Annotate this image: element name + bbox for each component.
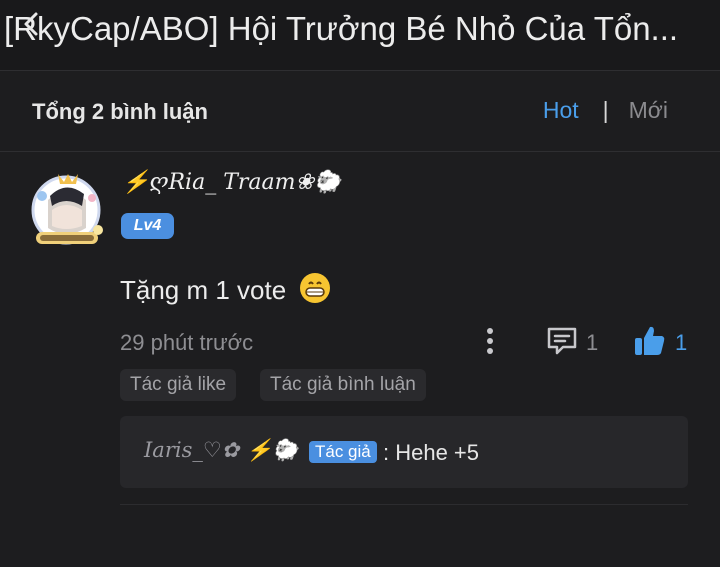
divider: [120, 504, 688, 505]
reply-preview[interactable]: Iaris_♡✿ ⚡🐑 Tác giả : Hehe +5: [120, 416, 688, 488]
avatar[interactable]: [28, 170, 106, 252]
comment-username[interactable]: ⚡ღRia_ Traam❀🐑: [122, 170, 341, 195]
page-title: [RkyCap/ABO] Hội Trưởng Bé Nhỏ Của Tổn..…: [4, 10, 679, 47]
back-arrow-icon[interactable]: [14, 6, 54, 46]
reply-count: 1: [586, 330, 599, 355]
author-badge: Tác giả: [309, 441, 377, 463]
author-comment-tag: Tác giả bình luận: [260, 369, 426, 401]
reply-text: : Hehe +5: [383, 440, 480, 465]
comment-bubble-icon[interactable]: [545, 325, 579, 357]
top-bar: [RkyCap/ABO] Hội Trưởng Bé Nhỏ Của Tổn..…: [0, 0, 720, 71]
comments-bar: Tổng 2 bình luận Hot | Mới: [0, 71, 720, 152]
reply-username[interactable]: Iaris_♡✿ ⚡🐑: [144, 438, 298, 463]
sort-tabs: Hot | Mới: [543, 97, 668, 124]
more-vertical-icon[interactable]: [480, 325, 500, 357]
like-count: 1: [675, 330, 688, 355]
thumbs-up-icon[interactable]: [633, 324, 667, 358]
grin-emoji-icon: [299, 272, 331, 311]
level-badge: Lv4: [121, 213, 174, 239]
author-like-tag: Tác giả like: [120, 369, 237, 401]
comment-timestamp: 29 phút trước: [120, 330, 254, 355]
sort-separator: |: [602, 97, 609, 123]
comment-text: Tặng m 1 vote: [120, 275, 287, 305]
sort-new-tab[interactable]: Mới: [629, 97, 668, 123]
comment-total: Tổng 2 bình luận: [32, 99, 208, 124]
sort-hot-tab[interactable]: Hot: [543, 97, 579, 123]
comment-body: Tặng m 1 vote: [120, 272, 331, 311]
